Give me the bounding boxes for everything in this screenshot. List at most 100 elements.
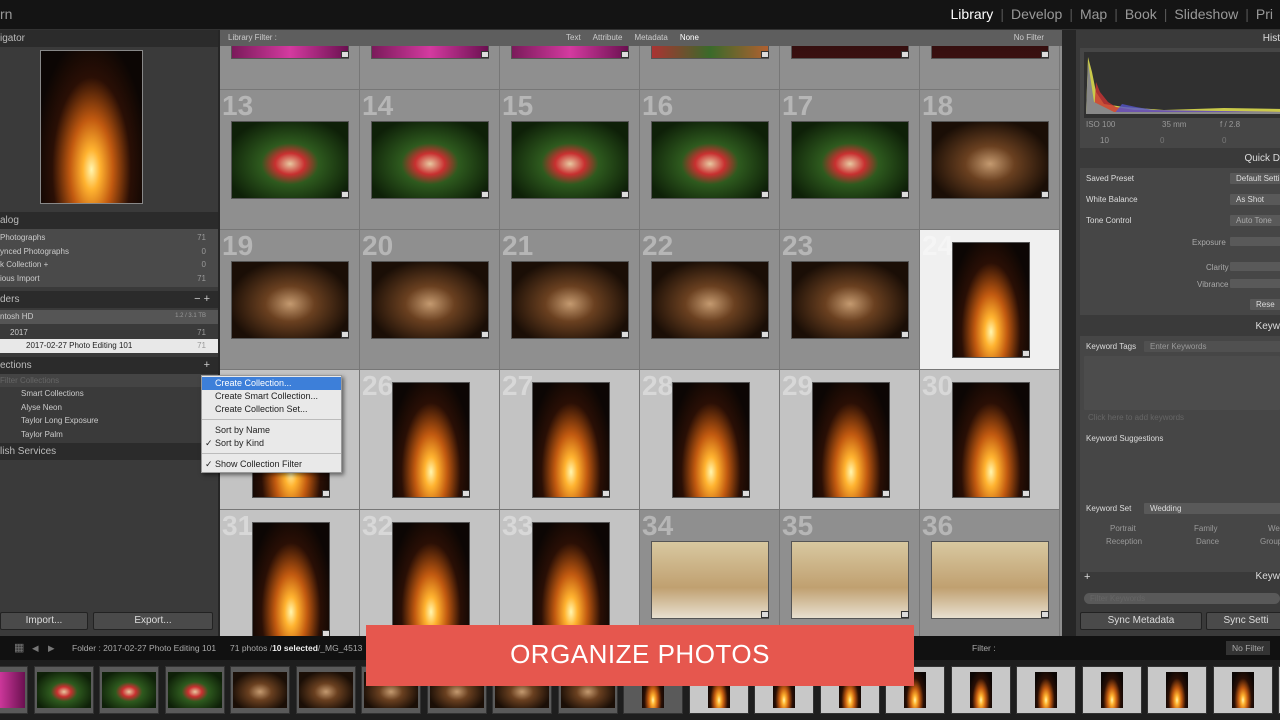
grid-cell[interactable]: 19 — [220, 230, 360, 370]
photo-thumbnail[interactable] — [931, 541, 1049, 619]
badge-icon[interactable] — [761, 51, 769, 58]
filter-keywords-input[interactable]: Filter Keywords — [1084, 593, 1280, 604]
collections-header[interactable]: ections + — [0, 356, 218, 374]
source-path[interactable]: Folder : 2017-02-27 Photo Editing 101 — [72, 636, 216, 660]
grid-cell[interactable]: 27 — [500, 370, 640, 510]
badge-icon[interactable] — [1041, 191, 1049, 198]
folders-header[interactable]: ders − + — [0, 291, 218, 308]
badge-icon[interactable] — [481, 331, 489, 338]
filmstrip-filter-select[interactable]: No Filter — [1226, 641, 1271, 655]
grid-cell[interactable]: 34 — [640, 510, 780, 636]
catalog-row[interactable]: k Collection + 0 — [0, 258, 218, 272]
grid-cell[interactable]: 16 — [640, 90, 780, 230]
add-keywords-hint[interactable]: Click here to add keywords — [1088, 413, 1184, 422]
collection-item[interactable]: Taylor Palm — [0, 428, 218, 442]
filmstrip-thumbnail[interactable] — [1212, 666, 1273, 714]
module-develop[interactable]: Develop — [1004, 6, 1069, 22]
badge-icon[interactable] — [761, 191, 769, 198]
filter-option-attribute[interactable]: Attribute — [593, 30, 623, 46]
export-button[interactable]: Export... — [93, 612, 213, 630]
photo-thumbnail[interactable] — [371, 121, 489, 199]
grid-cell[interactable]: 30 — [920, 370, 1060, 510]
module-library[interactable]: Library — [944, 6, 1001, 22]
badge-icon[interactable] — [481, 191, 489, 198]
grid-cell[interactable]: 26 — [360, 370, 500, 510]
filter-option-text[interactable]: Text — [566, 30, 581, 46]
photo-thumbnail[interactable] — [651, 121, 769, 199]
collection-item[interactable]: Alyse Neon — [0, 401, 218, 415]
badge-icon[interactable] — [341, 191, 349, 198]
badge-icon[interactable] — [341, 331, 349, 338]
photo-thumbnail[interactable] — [511, 261, 629, 339]
filmstrip-thumbnail[interactable] — [33, 666, 94, 714]
badge-icon[interactable] — [602, 490, 610, 497]
keyword-chip[interactable]: Portrait — [1110, 524, 1136, 533]
clarity-stepper[interactable] — [1230, 262, 1280, 271]
module-slideshow[interactable]: Slideshow — [1167, 6, 1245, 22]
badge-icon[interactable] — [901, 51, 909, 58]
collection-item[interactable]: Smart Collections — [0, 387, 218, 401]
badge-icon[interactable] — [341, 51, 349, 58]
reset-button[interactable]: Rese — [1250, 299, 1280, 310]
photo-thumbnail[interactable] — [791, 121, 909, 199]
badge-icon[interactable] — [901, 611, 909, 618]
photo-thumbnail[interactable] — [952, 242, 1030, 358]
badge-icon[interactable] — [742, 490, 750, 497]
menu-item[interactable]: Sort by Name — [202, 424, 341, 437]
grid-cell[interactable]: 21 — [500, 230, 640, 370]
badge-icon[interactable] — [621, 51, 629, 58]
catalog-header[interactable]: alog — [0, 212, 218, 229]
grid-cell[interactable]: 17 — [780, 90, 920, 230]
keyword-chip[interactable]: Group — [1260, 537, 1280, 546]
badge-icon[interactable] — [462, 490, 470, 497]
grid-cell[interactable]: 20 — [360, 230, 500, 370]
add-collection-button[interactable]: + — [204, 357, 210, 374]
badge-icon[interactable] — [621, 331, 629, 338]
badge-icon[interactable] — [901, 331, 909, 338]
catalog-row[interactable]: ynced Photographs 0 — [0, 245, 218, 259]
badge-icon[interactable] — [621, 191, 629, 198]
grid-cell[interactable]: 24 — [920, 230, 1060, 370]
filmstrip-thumbnail[interactable] — [950, 666, 1011, 714]
filmstrip-thumbnail[interactable] — [230, 666, 290, 714]
grid-cell[interactable]: 31 — [220, 510, 360, 636]
exposure-stepper[interactable] — [1230, 237, 1280, 246]
photo-thumbnail[interactable] — [672, 382, 750, 498]
filter-option-metadata[interactable]: Metadata — [634, 30, 667, 46]
badge-icon[interactable] — [761, 611, 769, 618]
forward-arrow-icon[interactable]: ▶ — [48, 636, 55, 660]
photo-thumbnail[interactable] — [231, 121, 349, 199]
badge-icon[interactable] — [761, 331, 769, 338]
publish-services-header[interactable]: lish Services — [0, 443, 218, 460]
drive-row[interactable]: ntosh HD 1.2 / 3.1 TB — [0, 310, 218, 324]
menu-item[interactable]: ✓ Sort by Kind — [202, 437, 341, 450]
grid-cell[interactable]: 13 — [220, 90, 360, 230]
photo-thumbnail[interactable] — [252, 522, 330, 636]
filter-preset-select[interactable]: No Filter — [1014, 30, 1044, 46]
photo-thumbnail[interactable] — [952, 382, 1030, 498]
filmstrip-thumbnail[interactable] — [99, 666, 159, 714]
catalog-row[interactable]: Photographs 71 — [0, 231, 218, 245]
collection-item[interactable]: Taylor Long Exposure — [0, 414, 218, 428]
photo-thumbnail[interactable] — [651, 261, 769, 339]
import-button[interactable]: Import... — [0, 612, 88, 630]
grid-cell[interactable]: 32 — [360, 510, 500, 636]
collection-filter-input[interactable]: Filter Collections — [0, 373, 218, 387]
keywords-textarea[interactable] — [1084, 356, 1280, 410]
menu-item[interactable]: Create Collection Set... — [202, 403, 341, 416]
grid-icon[interactable]: ▦ — [14, 636, 24, 660]
keyword-chip[interactable]: Family — [1194, 524, 1218, 533]
grid-cell[interactable]: 23 — [780, 230, 920, 370]
filmstrip-thumbnail[interactable] — [0, 666, 28, 714]
keyword-chip[interactable]: Dance — [1196, 537, 1219, 546]
module-book[interactable]: Book — [1118, 6, 1164, 22]
folders-add-remove[interactable]: − + — [194, 291, 210, 308]
folder-row-selected[interactable]: 2017-02-27 Photo Editing 101 71 — [0, 339, 218, 353]
menu-item[interactable]: Create Collection... — [202, 377, 341, 390]
photo-thumbnail[interactable] — [511, 121, 629, 199]
filter-option-none[interactable]: None — [680, 30, 699, 46]
quick-develop-title[interactable]: Quick D — [1244, 153, 1280, 164]
badge-icon[interactable] — [1041, 51, 1049, 58]
badge-icon[interactable] — [322, 490, 330, 497]
photo-thumbnail[interactable] — [371, 261, 489, 339]
